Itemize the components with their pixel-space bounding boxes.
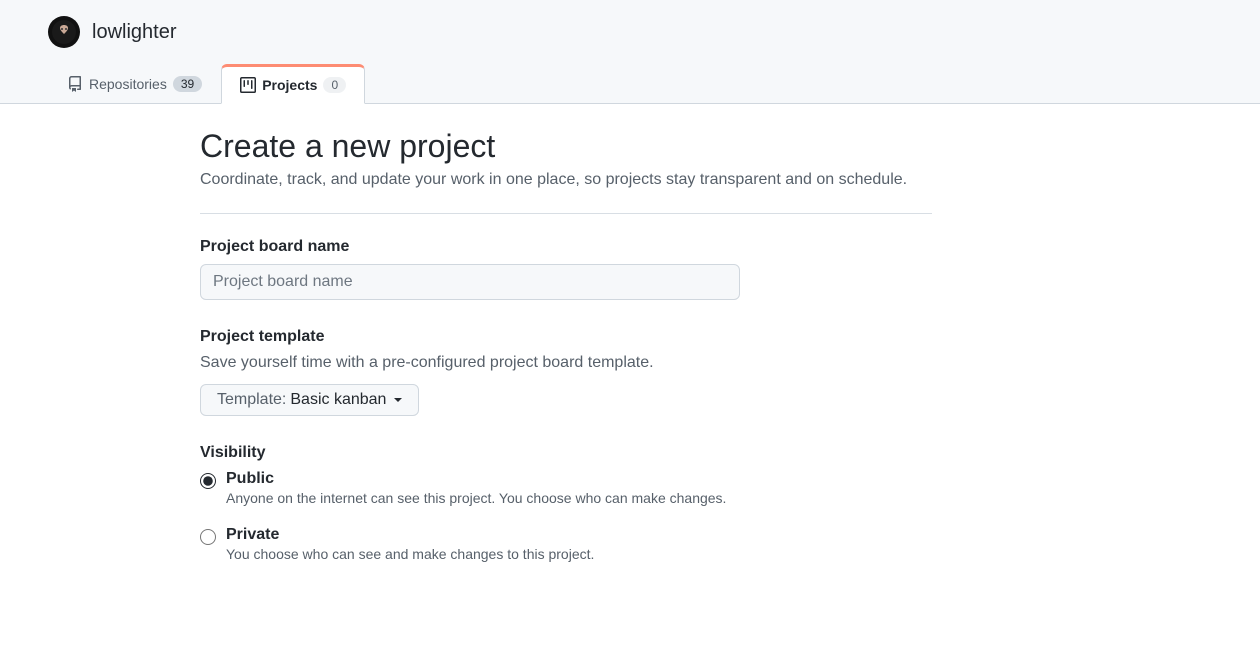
visibility-label: Visibility	[200, 444, 932, 462]
visibility-private-content: Private You choose who can see and make …	[226, 526, 932, 562]
visibility-private-radio[interactable]	[200, 529, 216, 545]
page-subtitle: Coordinate, track, and update your work …	[200, 171, 932, 189]
form-group-visibility: Visibility Public Anyone on the internet…	[200, 444, 932, 562]
projects-count: 0	[323, 77, 346, 93]
main-content: Create a new project Coordinate, track, …	[176, 104, 956, 614]
repo-icon	[67, 76, 83, 92]
template-hint: Save yourself time with a pre-configured…	[200, 354, 932, 372]
template-dropdown[interactable]: Template: Basic kanban	[200, 384, 419, 416]
repositories-count: 39	[173, 76, 202, 92]
tab-projects[interactable]: Projects 0	[221, 64, 365, 104]
form-group-template: Project template Save yourself time with…	[200, 328, 932, 416]
tab-repositories[interactable]: Repositories 39	[48, 64, 221, 103]
template-prefix: Template:	[217, 391, 286, 409]
username[interactable]: lowlighter	[92, 21, 176, 44]
tab-repositories-label: Repositories	[89, 76, 167, 92]
project-icon	[240, 77, 256, 93]
tab-nav: Repositories 39 Projects 0	[0, 64, 1260, 103]
name-label: Project board name	[200, 238, 932, 256]
avatar[interactable]	[48, 16, 80, 48]
caret-down-icon	[394, 398, 402, 402]
form-group-name: Project board name	[200, 238, 932, 300]
page-title: Create a new project	[200, 128, 932, 165]
visibility-private-label: Private	[226, 526, 932, 544]
visibility-option-public: Public Anyone on the internet can see th…	[200, 470, 932, 506]
visibility-option-private: Private You choose who can see and make …	[200, 526, 932, 562]
divider	[200, 213, 932, 214]
project-name-input[interactable]	[200, 264, 740, 300]
template-value: Basic kanban	[290, 391, 386, 409]
avatar-image	[52, 20, 76, 44]
visibility-public-label: Public	[226, 470, 932, 488]
visibility-public-radio[interactable]	[200, 473, 216, 489]
template-label: Project template	[200, 328, 932, 346]
visibility-private-desc: You choose who can see and make changes …	[226, 546, 932, 562]
visibility-public-content: Public Anyone on the internet can see th…	[226, 470, 932, 506]
header-top: lowlighter	[0, 16, 1260, 64]
visibility-public-desc: Anyone on the internet can see this proj…	[226, 490, 932, 506]
page-header: lowlighter Repositories 39 Projects 0	[0, 0, 1260, 104]
tab-projects-label: Projects	[262, 77, 317, 93]
